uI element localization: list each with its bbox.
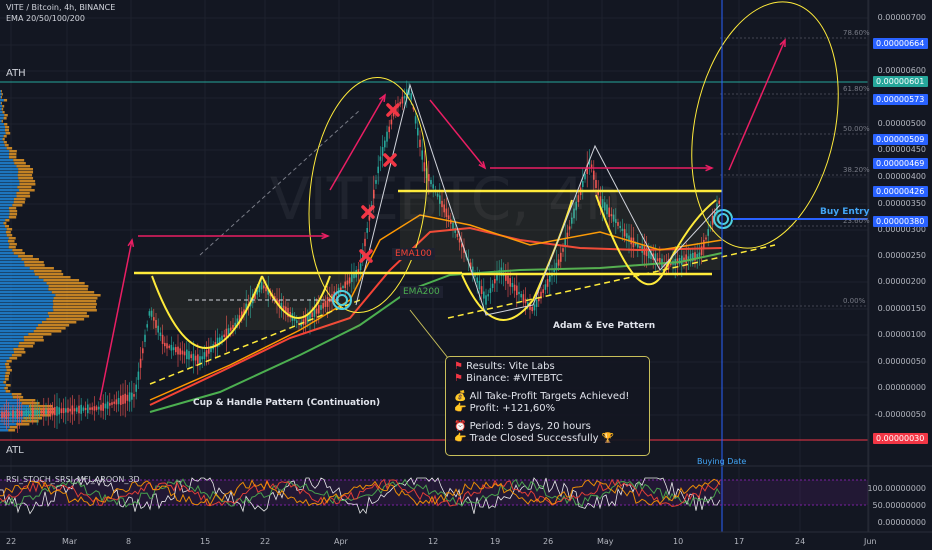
indicator-title[interactable]: EMA 20/50/100/200 — [6, 14, 85, 23]
results-line-4: 👉 Profit: +121,60% — [454, 403, 641, 415]
time-tick: 15 — [200, 537, 210, 546]
time-tick: Apr — [334, 537, 348, 546]
time-tick: Jun — [864, 537, 877, 546]
buy-entry-label: Buy Entry — [820, 207, 869, 217]
cup-handle-label: Cup & Handle Pattern (Continuation) — [193, 398, 380, 408]
time-tick: 12 — [428, 537, 438, 546]
indicator-panel-title[interactable]: RSI_STOCH_SRSI_MFI_AROON_3D — [6, 475, 140, 484]
time-tick: 19 — [490, 537, 500, 546]
price-tag: 0.00000380 — [873, 216, 928, 227]
results-line-1: Results: Vite Labs — [466, 361, 555, 372]
price-tick: 0.00000200 — [878, 277, 926, 286]
price-chart[interactable] — [0, 0, 932, 550]
osc-tick-100: 100.00000000 — [867, 484, 926, 493]
results-line-6: 👉 Trade Closed Successfully 🏆 — [454, 433, 641, 445]
results-line-5: ⏰ Period: 5 days, 20 hours — [454, 421, 641, 433]
time-tick: Mar — [62, 537, 77, 546]
price-tick: 0.00000100 — [878, 330, 926, 339]
adam-eve-label: Adam & Eve Pattern — [553, 321, 655, 331]
results-line-3: 💰 All Take-Profit Targets Achieved! — [454, 391, 641, 403]
price-tick: 0.00000500 — [878, 119, 926, 128]
fib-level-label: 38.20% — [843, 166, 870, 174]
results-line-2: Binance: #VITEBTC — [466, 373, 563, 384]
time-tick: 22 — [260, 537, 270, 546]
volume-profile — [0, 90, 101, 432]
time-tick: 8 — [126, 537, 131, 546]
price-tag: 0.00000664 — [873, 38, 928, 49]
ath-label: ATH — [6, 68, 26, 79]
price-tick: -0.00000050 — [875, 410, 926, 419]
price-tick: 0.00000250 — [878, 251, 926, 260]
time-tick: 24 — [795, 537, 805, 546]
watermark: VITEBTC, 4h — [270, 165, 622, 233]
fib-level-label: 50.00% — [843, 125, 870, 133]
fib-level-label: 0.00% — [843, 297, 865, 305]
time-tick: May — [597, 537, 614, 546]
fib-level-label: 61.80% — [843, 85, 870, 93]
atl-label: ATL — [6, 445, 24, 456]
price-tag: 0.00000469 — [873, 158, 928, 169]
osc-tick-50: 50.00000000 — [873, 501, 926, 510]
time-tick: 22 — [6, 537, 16, 546]
price-tick: 0.00000400 — [878, 172, 926, 181]
price-tag: 0.00000030 — [873, 433, 928, 444]
ema200-label: EMA200 — [400, 286, 443, 298]
price-tag: 0.00000509 — [873, 134, 928, 145]
price-tick: 0.00000450 — [878, 145, 926, 154]
fib-level-label: 23.60% — [843, 217, 870, 225]
price-tick: 0.00000050 — [878, 357, 926, 366]
price-tag: 0.00000573 — [873, 94, 928, 105]
price-tag: 0.00000601 — [873, 76, 928, 87]
price-tick: 0.00000000 — [878, 383, 926, 392]
price-tick: 0.00000700 — [878, 13, 926, 22]
time-tick: 26 — [543, 537, 553, 546]
price-tick: 0.00000150 — [878, 304, 926, 313]
results-box: ⚑ Results: Vite Labs ⚑ Binance: #VITEBTC… — [445, 356, 650, 456]
time-tick: 17 — [734, 537, 744, 546]
fib-level-label: 78.60% — [843, 29, 870, 37]
symbol-title[interactable]: VITE / Bitcoin, 4h, BINANCE — [6, 3, 115, 12]
buying-date-label: Buying Date — [697, 457, 746, 466]
osc-tick-0: 0.00000000 — [878, 518, 926, 527]
price-tick: 0.00000350 — [878, 199, 926, 208]
time-tick: 10 — [673, 537, 683, 546]
price-tag: 0.00000426 — [873, 186, 928, 197]
price-tick: 0.00000600 — [878, 66, 926, 75]
ema100-label: EMA100 — [392, 248, 435, 260]
